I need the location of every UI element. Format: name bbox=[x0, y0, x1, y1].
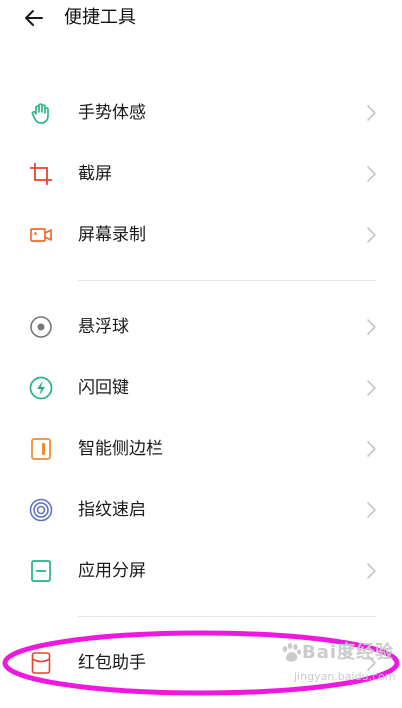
menu-item-label: 指纹速启 bbox=[78, 500, 146, 520]
menu-item-smart-sidebar[interactable]: 智能侧边栏 bbox=[0, 423, 402, 475]
menu-item-split-screen[interactable]: 应用分屏 bbox=[0, 545, 402, 597]
floating-ball-icon bbox=[30, 316, 52, 338]
red-envelope-icon bbox=[31, 652, 51, 674]
chevron-right-icon bbox=[367, 105, 376, 121]
menu-item-screenshot[interactable]: 截屏 bbox=[0, 148, 402, 200]
split-screen-icon bbox=[31, 560, 51, 582]
menu-item-red-envelope-assistant[interactable]: 红包助手 bbox=[0, 637, 402, 689]
menu-item-label: 手势体感 bbox=[78, 103, 146, 123]
chevron-right-icon bbox=[367, 502, 376, 518]
sidebar-icon bbox=[31, 438, 51, 460]
menu-item-label: 截屏 bbox=[78, 164, 112, 184]
menu-item-screen-record[interactable]: 屏幕录制 bbox=[0, 209, 402, 261]
menu-item-flashback-key[interactable]: 闪回键 bbox=[0, 362, 402, 414]
page-title: 便捷工具 bbox=[64, 7, 136, 28]
crop-icon bbox=[30, 163, 52, 185]
arrow-left-icon bbox=[25, 10, 43, 26]
chevron-right-icon bbox=[367, 380, 376, 396]
menu-item-label: 应用分屏 bbox=[78, 561, 146, 581]
menu-item-label: 屏幕录制 bbox=[78, 225, 146, 245]
menu-item-fingerprint-launch[interactable]: 指纹速启 bbox=[0, 484, 402, 536]
back-button[interactable] bbox=[22, 6, 46, 30]
chevron-right-icon bbox=[367, 319, 376, 335]
menu-item-label: 闪回键 bbox=[78, 378, 129, 398]
lightning-icon bbox=[29, 376, 53, 400]
chevron-right-icon bbox=[367, 441, 376, 457]
menu-item-floating-ball[interactable]: 悬浮球 bbox=[0, 301, 402, 353]
menu-item-label: 悬浮球 bbox=[78, 317, 129, 337]
chevron-right-icon bbox=[367, 166, 376, 182]
hand-gesture-icon bbox=[31, 103, 49, 124]
chevron-right-icon bbox=[367, 655, 376, 671]
menu-item-gesture[interactable]: 手势体感 bbox=[0, 87, 402, 139]
section-divider bbox=[78, 616, 376, 617]
section-divider bbox=[78, 280, 376, 281]
menu-item-label: 智能侧边栏 bbox=[78, 439, 163, 459]
chevron-right-icon bbox=[367, 227, 376, 243]
chevron-right-icon bbox=[367, 563, 376, 579]
menu-item-label: 红包助手 bbox=[78, 653, 146, 673]
video-camera-icon bbox=[30, 228, 52, 242]
top-bar: 便捷工具 bbox=[0, 0, 402, 38]
fingerprint-icon bbox=[29, 498, 53, 522]
